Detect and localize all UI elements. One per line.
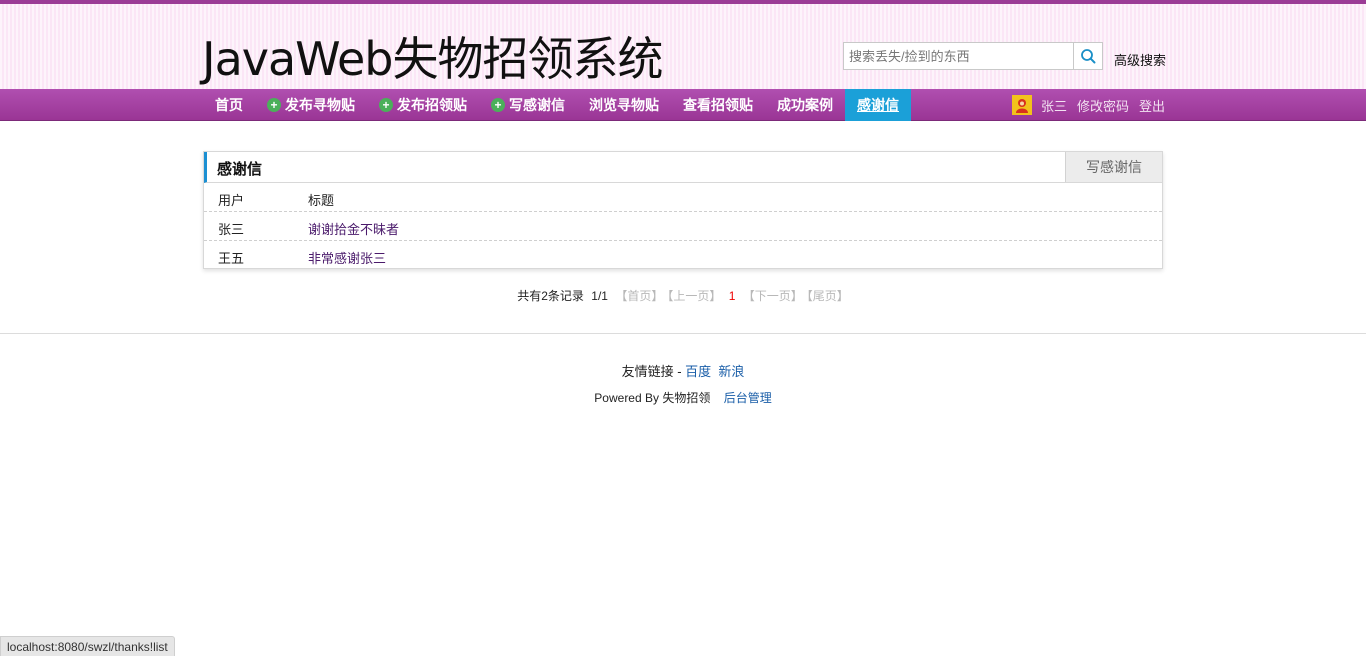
pager-next[interactable]: 【下一页】 bbox=[743, 289, 803, 303]
logout-link[interactable]: 登出 bbox=[1139, 96, 1165, 115]
pagination: 共有2条记录 1/1 【首页】 【上一页】 1 【下一页】 【尾页】 bbox=[0, 287, 1366, 304]
nav-label: 首页 bbox=[215, 97, 243, 113]
search-icon bbox=[1081, 49, 1096, 64]
nav-label: 成功案例 bbox=[777, 97, 833, 113]
nav-write-thanks[interactable]: + 写感谢信 bbox=[479, 89, 577, 121]
write-thanks-button[interactable]: 写感谢信 bbox=[1065, 152, 1162, 182]
pager-current[interactable]: 1 bbox=[729, 289, 736, 303]
user-avatar-icon bbox=[1016, 99, 1028, 113]
nav-view-found[interactable]: 查看招领贴 bbox=[671, 89, 765, 121]
header: JavaWeb失物招领系统 高级搜索 bbox=[0, 4, 1366, 89]
plus-circle-icon: + bbox=[491, 98, 505, 112]
main-nav: 首页 + 发布寻物贴 + 发布招领贴 + 写感谢信 浏览寻物贴 查看招领贴 成功… bbox=[0, 89, 1366, 121]
nav-thanks-letters[interactable]: 感谢信 bbox=[845, 89, 911, 121]
link-sina[interactable]: 新浪 bbox=[718, 364, 744, 379]
nav-browse-lost[interactable]: 浏览寻物贴 bbox=[577, 89, 671, 121]
pager-total: 共有2条记录 bbox=[517, 289, 584, 303]
plus-circle-icon: + bbox=[267, 98, 281, 112]
table-row: 张三 谢谢拾金不昧者 bbox=[204, 212, 1162, 241]
status-bar-url: localhost:8080/swzl/thanks!list bbox=[0, 636, 175, 656]
change-password-link[interactable]: 修改密码 bbox=[1077, 96, 1129, 115]
pager-first[interactable]: 【首页】 bbox=[615, 289, 663, 303]
friend-links-label: 友情链接 - bbox=[621, 364, 682, 379]
nav-home[interactable]: 首页 bbox=[203, 89, 255, 121]
search-box bbox=[843, 42, 1103, 70]
nav-label: 发布寻物贴 bbox=[285, 97, 355, 113]
nav-label: 发布招领贴 bbox=[397, 97, 467, 113]
pager-last[interactable]: 【尾页】 bbox=[807, 289, 849, 303]
panel-title: 感谢信 bbox=[217, 161, 263, 178]
powered-by-text: Powered By 失物招领 bbox=[594, 391, 711, 405]
nav-label: 查看招领贴 bbox=[683, 97, 753, 113]
column-header-user: 用户 bbox=[218, 193, 245, 208]
link-baidu[interactable]: 百度 bbox=[685, 364, 711, 379]
advanced-search-link[interactable]: 高级搜索 bbox=[1114, 50, 1166, 69]
row-title-link[interactable]: 谢谢拾金不昧者 bbox=[308, 219, 399, 238]
row-title-link[interactable]: 非常感谢张三 bbox=[308, 248, 386, 267]
pager-prev[interactable]: 【上一页】 bbox=[667, 289, 721, 303]
pager-position: 1/1 bbox=[591, 289, 608, 303]
column-header-title: 标题 bbox=[308, 193, 335, 208]
avatar bbox=[1012, 95, 1032, 115]
footer-powered: Powered By 失物招领 后台管理 bbox=[0, 389, 1366, 406]
search-input[interactable] bbox=[844, 43, 1073, 69]
row-user: 张三 bbox=[218, 222, 245, 237]
nav-label: 浏览寻物贴 bbox=[589, 97, 659, 113]
table-header-row: 用户 标题 bbox=[204, 183, 1162, 212]
nav-label: 感谢信 bbox=[857, 97, 899, 113]
nav-success-cases[interactable]: 成功案例 bbox=[765, 89, 845, 121]
user-name[interactable]: 张三 bbox=[1041, 96, 1067, 115]
plus-circle-icon: + bbox=[379, 98, 393, 112]
table-row: 王五 非常感谢张三 bbox=[204, 241, 1162, 270]
panel-header: 感谢信 写感谢信 bbox=[204, 152, 1162, 183]
row-user: 王五 bbox=[218, 251, 245, 266]
search-button[interactable] bbox=[1073, 43, 1102, 69]
site-logo[interactable]: JavaWeb失物招领系统 bbox=[202, 32, 663, 86]
footer-divider bbox=[0, 333, 1366, 334]
nav-post-lost[interactable]: + 发布寻物贴 bbox=[255, 89, 367, 121]
nav-label: 写感谢信 bbox=[509, 97, 565, 113]
nav-post-found[interactable]: + 发布招领贴 bbox=[367, 89, 479, 121]
thanks-panel: 感谢信 写感谢信 用户 标题 张三 谢谢拾金不昧者 王五 非常感谢张三 bbox=[203, 151, 1163, 269]
admin-link[interactable]: 后台管理 bbox=[724, 391, 772, 405]
footer-links: 友情链接 - 百度 新浪 bbox=[0, 361, 1366, 380]
